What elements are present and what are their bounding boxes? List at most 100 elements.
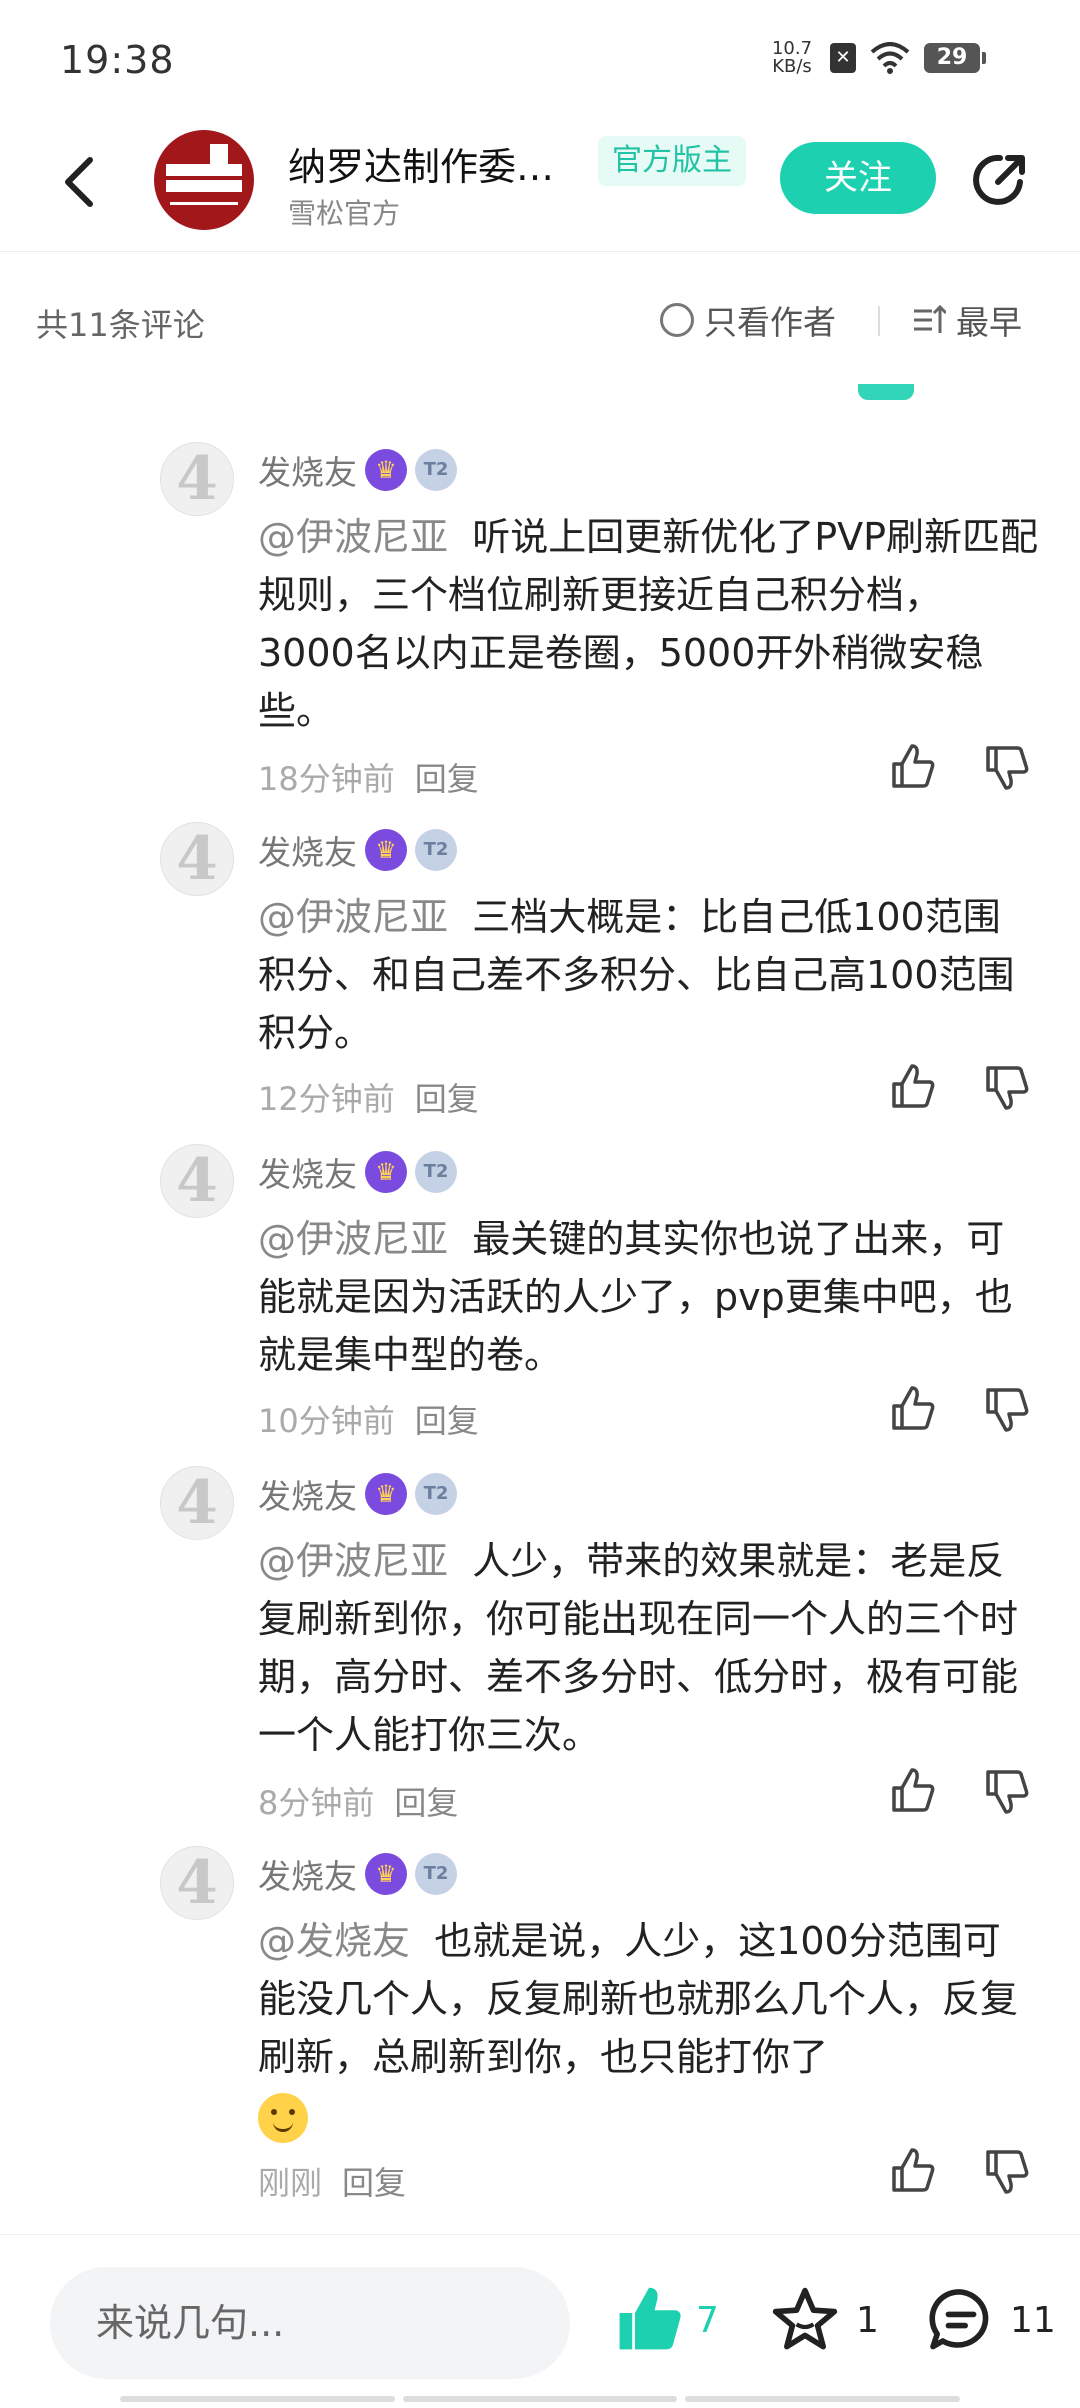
thumbs-down-icon[interactable]	[982, 1062, 1032, 1112]
mention[interactable]: @伊波尼亚	[258, 515, 448, 559]
back-icon[interactable]	[52, 152, 112, 212]
mention[interactable]: @伊波尼亚	[258, 1217, 448, 1261]
commenter-avatar[interactable]: 4	[160, 442, 234, 516]
comment-meta: 10分钟前 回复	[258, 1396, 479, 1442]
commenter-name[interactable]: 发烧友	[258, 1850, 357, 1898]
comment-item: 4 发烧友 ♛ T2 @伊波尼亚 听说上回更新优化了PVP刷新匹配规则，三个档位…	[0, 442, 1080, 822]
commenter-name[interactable]: 发烧友	[258, 446, 357, 494]
trophy-badge-icon: ♛	[365, 449, 407, 491]
reply-button[interactable]: 回复	[415, 1074, 479, 1120]
mention[interactable]: @伊波尼亚	[258, 895, 448, 939]
thumbs-down-icon[interactable]	[982, 1384, 1032, 1434]
share-icon[interactable]	[968, 148, 1032, 212]
like-count: 7	[696, 2299, 719, 2341]
comment-total: 11	[1010, 2299, 1056, 2341]
comment-item: 4 发烧友 ♛ T2 @发烧友 也就是说，人少，这100分范围可能没几个人，反复…	[0, 1846, 1080, 2234]
comment-item: 4 发烧友 ♛ T2 @伊波尼亚 最关键的其实你也说了出来，可能就是因为活跃的人…	[0, 1144, 1080, 1466]
gesture-indicator	[120, 2396, 961, 2402]
trophy-badge-icon: ♛	[365, 1853, 407, 1895]
thumbs-up-icon[interactable]	[888, 2146, 938, 2196]
like-button[interactable]: 7	[614, 2285, 719, 2355]
bottom-action-bar: 来说几句... 7 1 11	[0, 2234, 1080, 2408]
divider	[878, 306, 880, 336]
author-subtitle: 雪松官方	[288, 197, 401, 230]
author-avatar[interactable]	[154, 130, 254, 230]
reply-button[interactable]: 回复	[415, 1396, 479, 1442]
reply-button[interactable]: 回复	[415, 754, 479, 800]
level-badge-icon: T2	[415, 1151, 457, 1193]
author-name[interactable]: 纳罗达制作委…	[288, 136, 554, 191]
commenter-avatar[interactable]: 4	[160, 1466, 234, 1540]
level-badge-icon: T2	[415, 1853, 457, 1895]
sort-button[interactable]: 最早	[912, 296, 1022, 344]
trophy-badge-icon: ♛	[365, 1151, 407, 1193]
net-speed: 10.7 KB/s	[771, 38, 813, 77]
comment-actions	[888, 1766, 1032, 1816]
comment-actions	[888, 2146, 1032, 2196]
trophy-badge-icon: ♛	[365, 829, 407, 871]
comment-bubble-icon	[929, 2289, 989, 2350]
level-badge-icon: T2	[415, 449, 457, 491]
thumbs-up-icon[interactable]	[888, 1062, 938, 1112]
commenter-info: 发烧友 ♛ T2	[258, 1470, 457, 1518]
commenter-info: 发烧友 ♛ T2	[258, 1148, 457, 1196]
reply-button[interactable]: 回复	[394, 1778, 458, 1824]
comment-text: @伊波尼亚 人少，带来的效果就是：老是反复刷新到你，你可能出现在同一个人的三个时…	[258, 1539, 1019, 1757]
comment-item: 4 发烧友 ♛ T2 @伊波尼亚 三档大概是：比自己低100范围积分、和自己差不…	[0, 822, 1080, 1144]
thumbs-up-icon[interactable]	[888, 1384, 938, 1434]
thumbs-down-icon[interactable]	[982, 2146, 1032, 2196]
commenter-name[interactable]: 发烧友	[258, 1148, 357, 1196]
radio-circle-icon	[660, 303, 694, 337]
mention[interactable]: @伊波尼亚	[258, 1539, 448, 1583]
commenter-avatar[interactable]: 4	[160, 1846, 234, 1920]
no-sim-icon: ✕	[830, 43, 856, 73]
comment-text: @发烧友 也就是说，人少，这100分范围可能没几个人，反复刷新也就那么几个人，反…	[258, 1912, 1038, 2144]
wifi-icon	[870, 42, 910, 74]
commenter-info: 发烧友 ♛ T2	[258, 1850, 457, 1898]
thumbs-up-icon[interactable]	[888, 1766, 938, 1816]
commenter-name[interactable]: 发烧友	[258, 826, 357, 874]
battery-icon: 29	[924, 43, 986, 73]
official-badge: 官方版主	[598, 136, 746, 186]
comment-actions	[888, 1384, 1032, 1434]
comment-meta: 8分钟前 回复	[258, 1778, 458, 1824]
comment-meta: 12分钟前 回复	[258, 1074, 479, 1120]
favorite-button[interactable]: 1	[770, 2285, 879, 2355]
commenter-info: 发烧友 ♛ T2	[258, 826, 457, 874]
thumbs-up-icon[interactable]	[888, 742, 938, 792]
commenter-name[interactable]: 发烧友	[258, 1470, 357, 1518]
only-author-toggle[interactable]: 只看作者	[660, 296, 836, 344]
comment-actions	[888, 1062, 1032, 1112]
comment-actions	[888, 742, 1032, 792]
follow-button[interactable]: 关注	[780, 142, 936, 214]
comment-list: 4 发烧友 ♛ T2 @伊波尼亚 听说上回更新优化了PVP刷新匹配规则，三个档位…	[0, 384, 1080, 2234]
thumbs-down-icon[interactable]	[982, 742, 1032, 792]
thumbs-up-filled-icon	[619, 2287, 681, 2350]
status-icons: 10.7 KB/s ✕ 29	[768, 38, 986, 77]
trophy-badge-icon: ♛	[365, 1473, 407, 1515]
mention[interactable]: @发烧友	[258, 1919, 410, 1963]
comment-input[interactable]: 来说几句...	[50, 2267, 570, 2379]
sort-icon	[914, 304, 946, 333]
comment-count: 共11条评论	[36, 306, 205, 344]
comment-meta: 18分钟前 回复	[258, 754, 479, 800]
level-badge-icon: T2	[415, 1473, 457, 1515]
comments-button[interactable]: 11	[926, 2285, 1056, 2355]
comment-item: 4 发烧友 ♛ T2 @伊波尼亚 人少，带来的效果就是：老是反复刷新到你，你可能…	[0, 1466, 1080, 1846]
commenter-info: 发烧友 ♛ T2	[258, 446, 457, 494]
reply-button[interactable]: 回复	[342, 2158, 406, 2204]
commenter-avatar[interactable]: 4	[160, 822, 234, 896]
star-icon	[772, 2287, 838, 2350]
comment-meta: 刚刚 回复	[258, 2158, 406, 2204]
status-bar: 19:38 10.7 KB/s ✕ 29	[0, 0, 1080, 120]
smile-emoji-icon	[258, 2092, 308, 2143]
favorite-count: 1	[856, 2299, 879, 2341]
level-badge-icon: T2	[415, 829, 457, 871]
status-time: 19:38	[60, 38, 175, 82]
thumbs-down-icon[interactable]	[982, 1766, 1032, 1816]
post-header: 纳罗达制作委… 官方版主 雪松官方 关注	[0, 120, 1080, 252]
comment-text: @伊波尼亚 最关键的其实你也说了出来，可能就是因为活跃的人少了，pvp更集中吧，…	[258, 1217, 1013, 1377]
comment-filter-bar: 共11条评论 只看作者 最早	[0, 252, 1080, 384]
commenter-avatar[interactable]: 4	[160, 1144, 234, 1218]
partial-like-icon	[858, 384, 914, 400]
